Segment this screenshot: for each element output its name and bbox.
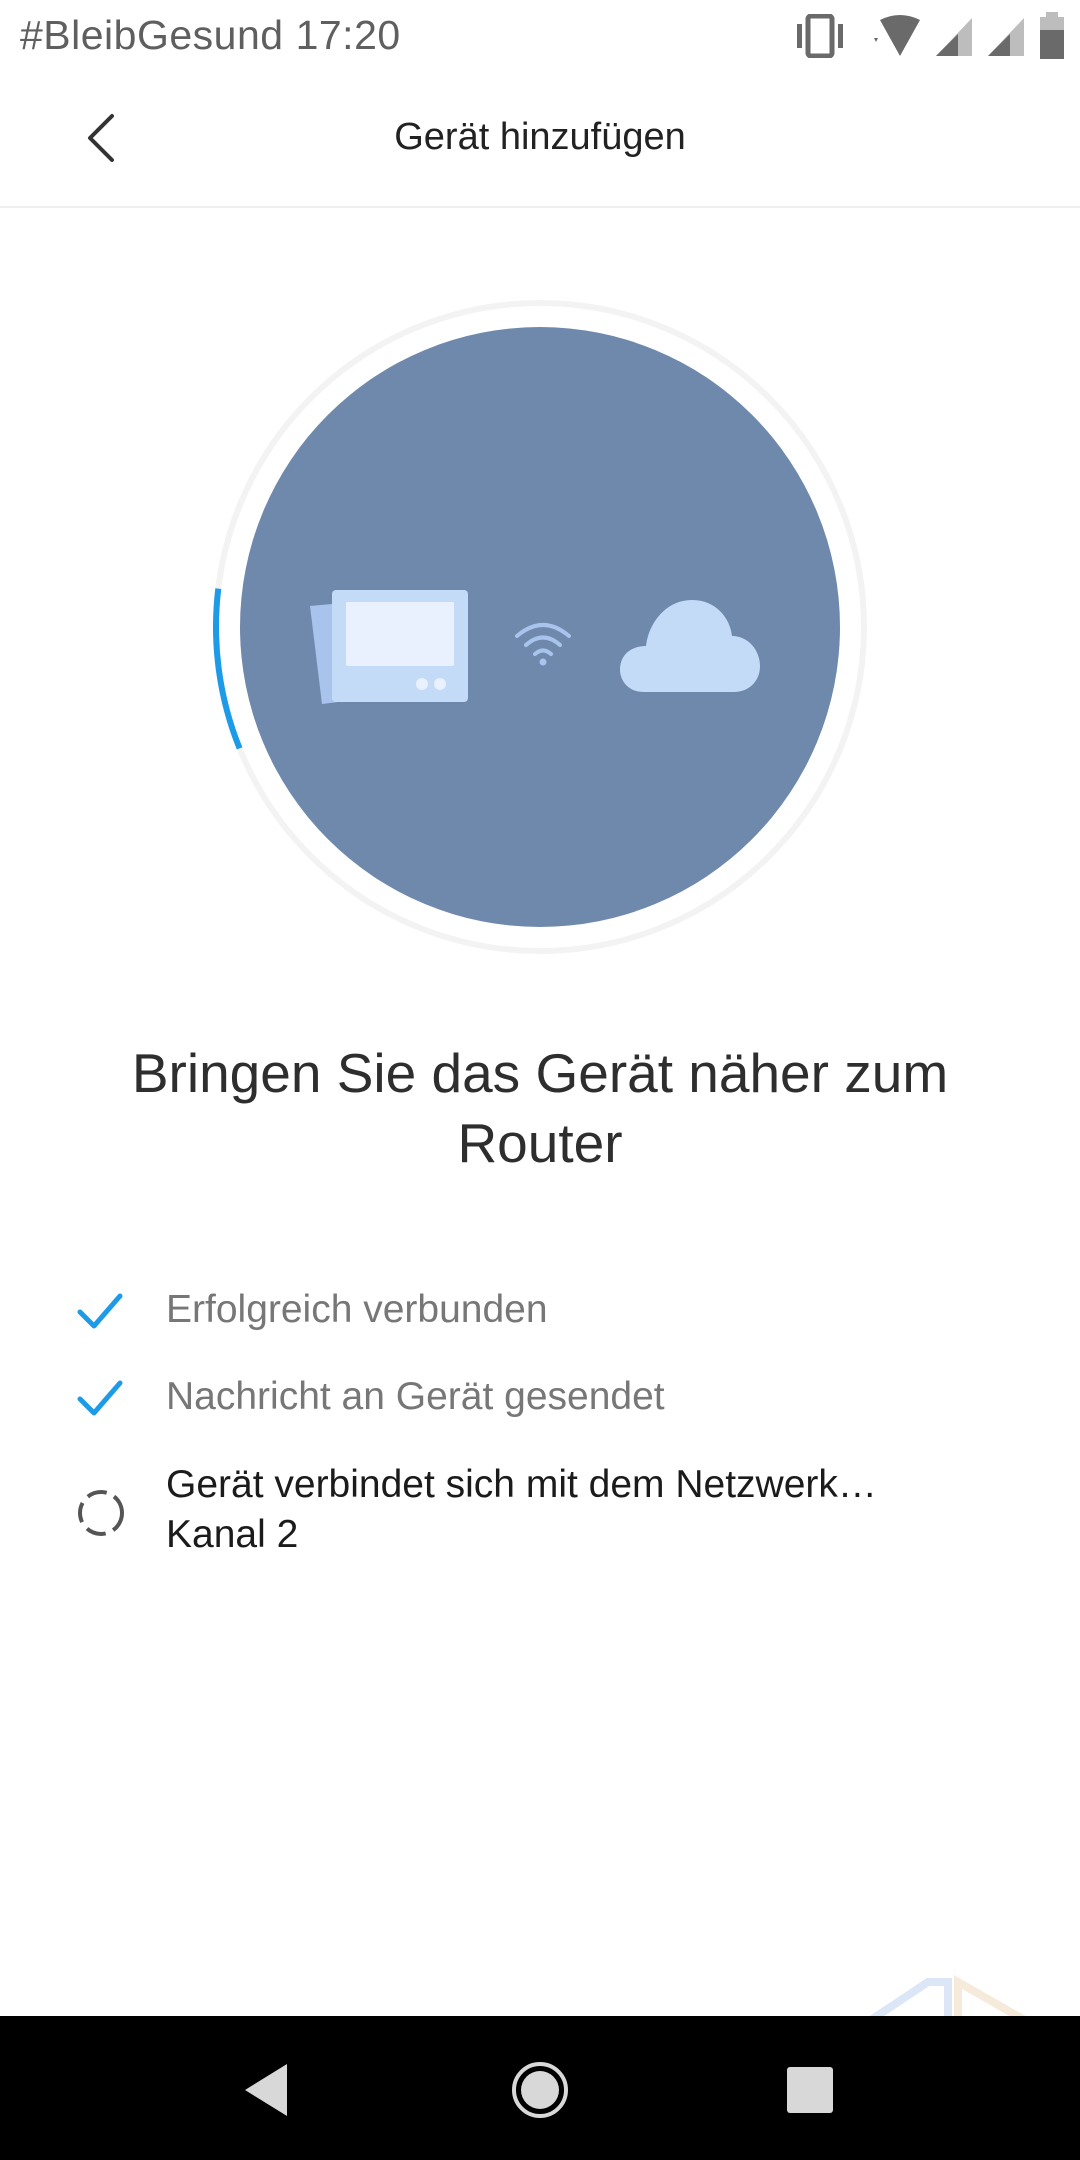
nav-recents-button[interactable] [772, 2052, 848, 2128]
step-label: Erfolgreich verbunden [166, 1288, 548, 1331]
step-sublabel: Kanal 2 [166, 1513, 299, 1556]
check-icon [77, 1293, 123, 1329]
wifi-icon [515, 623, 571, 666]
cell-signal-icon [988, 18, 1024, 56]
status-bar: #BleibGesund 17:20 [0, 0, 1080, 72]
status-time: 17:20 [295, 12, 401, 58]
cloud-icon [620, 600, 760, 692]
thermostat-device-icon [310, 590, 468, 704]
vibrate-icon [797, 14, 843, 58]
status-hashtag: #BleibGesund [20, 12, 284, 58]
wifi-signal-icon [874, 15, 920, 56]
cell-signal-icon [936, 18, 972, 56]
step-label: Nachricht an Gerät gesendet [166, 1375, 665, 1418]
step-label: Gerät verbindet sich mit dem Netzwerk… [166, 1463, 877, 1506]
page-title: Gerät hinzufügen [394, 116, 686, 158]
system-nav-bar [0, 2016, 1080, 2160]
battery-icon [1040, 12, 1064, 59]
back-triangle-icon [245, 2064, 287, 2116]
app-header: Gerät hinzufügen [0, 72, 1080, 208]
status-icons [792, 10, 1066, 62]
nav-back-button[interactable] [228, 2052, 304, 2128]
spinner-icon [78, 1490, 124, 1536]
recents-square-icon [787, 2067, 833, 2113]
home-circle-icon [512, 2062, 568, 2118]
status-left: #BleibGesund 17:20 [20, 12, 401, 59]
nav-home-button[interactable] [502, 2052, 578, 2128]
check-icon [77, 1380, 123, 1416]
instruction-headline: Bringen Sie das Gerät näher zum Router [131, 1042, 949, 1174]
